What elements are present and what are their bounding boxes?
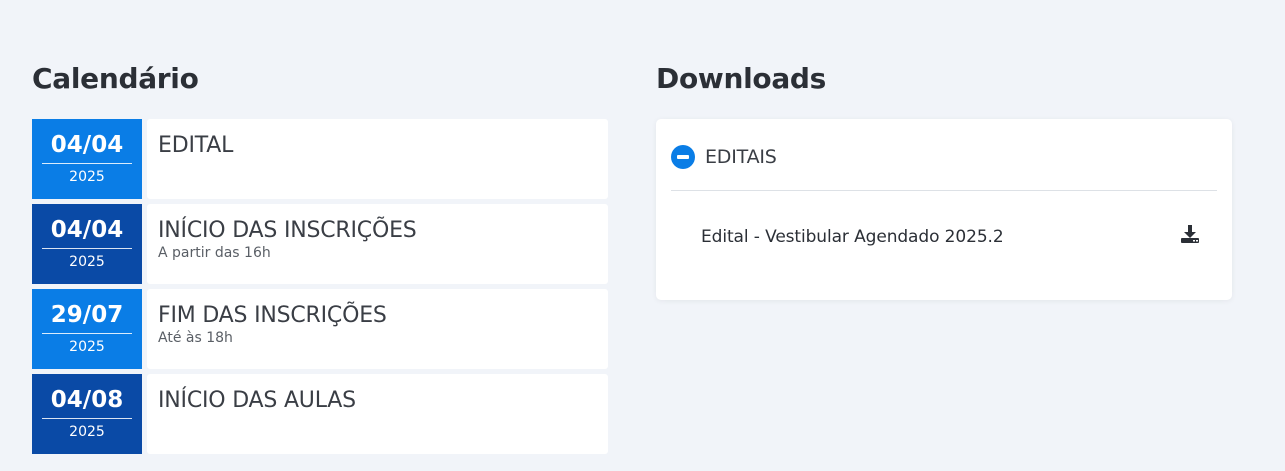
calendar-date: 29/07 bbox=[42, 300, 132, 334]
calendar-event-name: INÍCIO DAS INSCRIÇÕES bbox=[158, 218, 417, 243]
calendar-item: 04/08 2025 INÍCIO DAS AULAS bbox=[32, 374, 608, 454]
calendar-info: INÍCIO DAS AULAS bbox=[147, 374, 608, 454]
calendar-event-detail: A partir das 16h bbox=[158, 245, 271, 261]
editais-accordion-header[interactable]: EDITAIS bbox=[671, 145, 1217, 191]
calendar-date-badge: 04/04 2025 bbox=[32, 119, 142, 199]
calendar-date-badge: 04/04 2025 bbox=[32, 204, 142, 284]
downloads-title: Downloads bbox=[656, 62, 827, 95]
calendar-title: Calendário bbox=[32, 62, 199, 95]
calendar-item: 04/04 2025 INÍCIO DAS INSCRIÇÕES A parti… bbox=[32, 204, 608, 284]
calendar-list: 04/04 2025 EDITAL 04/04 2025 INÍCIO DAS … bbox=[32, 119, 608, 459]
minus-circle-icon[interactable] bbox=[671, 145, 695, 169]
calendar-info: INÍCIO DAS INSCRIÇÕES A partir das 16h bbox=[147, 204, 608, 284]
calendar-date: 04/04 bbox=[42, 130, 132, 164]
download-item[interactable]: Edital - Vestibular Agendado 2025.2 bbox=[701, 225, 1201, 247]
calendar-event-detail: Até às 18h bbox=[158, 330, 233, 346]
calendar-item: 29/07 2025 FIM DAS INSCRIÇÕES Até às 18h bbox=[32, 289, 608, 369]
calendar-event-name: EDITAL bbox=[158, 133, 234, 158]
calendar-year: 2025 bbox=[69, 339, 105, 355]
calendar-item: 04/04 2025 EDITAL bbox=[32, 119, 608, 199]
calendar-year: 2025 bbox=[69, 254, 105, 270]
calendar-event-name: INÍCIO DAS AULAS bbox=[158, 388, 356, 413]
calendar-year: 2025 bbox=[69, 424, 105, 440]
downloads-card: EDITAIS Edital - Vestibular Agendado 202… bbox=[656, 119, 1232, 300]
calendar-year: 2025 bbox=[69, 169, 105, 185]
calendar-event-name: FIM DAS INSCRIÇÕES bbox=[158, 303, 387, 328]
download-file-label[interactable]: Edital - Vestibular Agendado 2025.2 bbox=[701, 227, 1004, 247]
calendar-date-badge: 29/07 2025 bbox=[32, 289, 142, 369]
calendar-date-badge: 04/08 2025 bbox=[32, 374, 142, 454]
calendar-info: FIM DAS INSCRIÇÕES Até às 18h bbox=[147, 289, 608, 369]
calendar-info: EDITAL bbox=[147, 119, 608, 199]
download-icon[interactable] bbox=[1179, 223, 1201, 245]
editais-section-label[interactable]: EDITAIS bbox=[705, 145, 777, 169]
calendar-date: 04/08 bbox=[42, 385, 132, 419]
calendar-date: 04/04 bbox=[42, 215, 132, 249]
